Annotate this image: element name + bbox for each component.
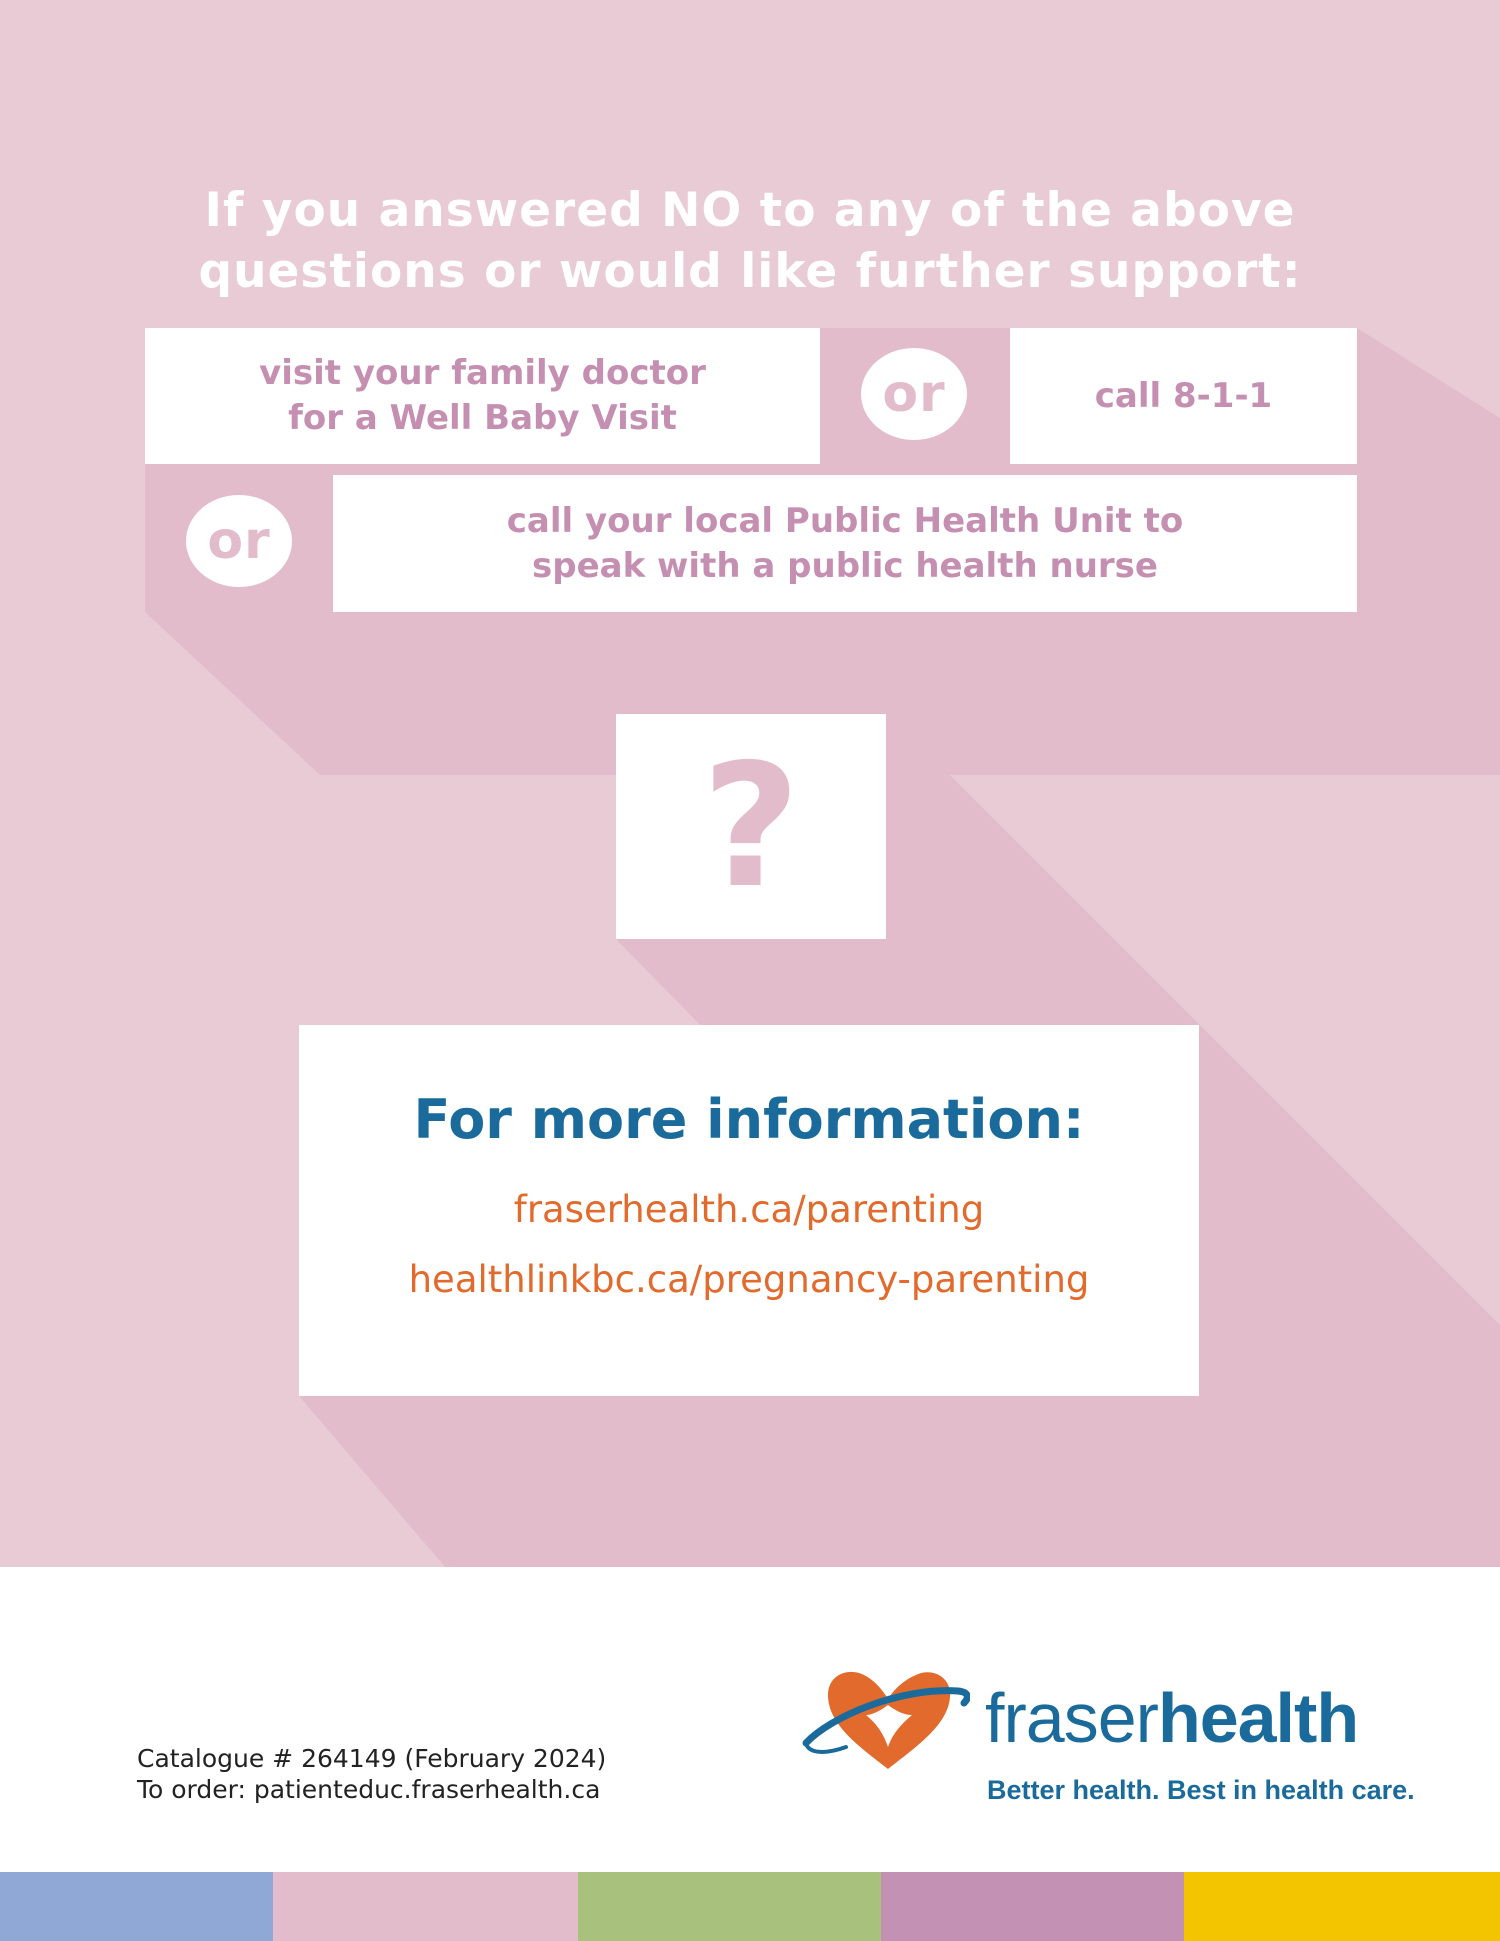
call-811-box: call 8-1-1: [1010, 328, 1357, 464]
healthlinkbc-link[interactable]: healthlinkbc.ca/pregnancy-parenting: [299, 1258, 1199, 1301]
stripe-purple: [881, 1872, 1184, 1941]
fraserhealth-wordmark: fraserhealth: [985, 1678, 1359, 1758]
question-mark-icon: ?: [616, 714, 886, 939]
wordmark-health: health: [1157, 1679, 1359, 1757]
catalogue-info: Catalogue # 264149 (February 2024) To or…: [137, 1743, 606, 1805]
phu-line-2: speak with a public health nurse: [532, 545, 1158, 586]
headline-line-2: questions or would like further support:: [198, 244, 1302, 299]
stripe-green: [578, 1872, 881, 1941]
fraserhealth-heart-logo-icon: [802, 1671, 970, 1769]
wordmark-fraser: fraser: [985, 1679, 1159, 1757]
more-information-box: For more information: fraserhealth.ca/pa…: [299, 1025, 1199, 1396]
question-mark-glyph: ?: [701, 727, 801, 926]
call-811-text: call 8-1-1: [1094, 376, 1273, 416]
logo-tagline: Better health. Best in health care.: [987, 1775, 1415, 1805]
public-health-unit-box: call your local Public Health Unit to sp…: [333, 475, 1357, 612]
or-badge-1: or: [861, 348, 967, 440]
catalogue-number: Catalogue # 264149 (February 2024): [137, 1744, 607, 1773]
fraserhealth-link[interactable]: fraserhealth.ca/parenting: [299, 1188, 1199, 1231]
stripe-pink: [273, 1872, 578, 1941]
headline: If you answered NO to any of the above q…: [0, 180, 1500, 302]
doctor-line-2: for a Well Baby Visit: [288, 398, 677, 438]
doctor-line-1: visit your family doctor: [259, 353, 706, 393]
stripe-blue: [0, 1872, 273, 1941]
family-doctor-box: visit your family doctor for a Well Baby…: [145, 328, 820, 464]
order-info: To order: patienteduc.fraserhealth.ca: [137, 1775, 601, 1804]
or-badge-2: or: [186, 495, 292, 587]
stripe-yellow: [1184, 1872, 1500, 1941]
info-title: For more information:: [413, 1088, 1085, 1151]
headline-line-1: If you answered NO to any of the above: [204, 183, 1296, 238]
color-stripe-bar: [0, 1872, 1500, 1941]
poster-background: If you answered NO to any of the above q…: [0, 0, 1500, 1567]
logo-swoosh-under: [804, 1741, 848, 1754]
phu-line-1: call your local Public Health Unit to: [506, 500, 1184, 541]
